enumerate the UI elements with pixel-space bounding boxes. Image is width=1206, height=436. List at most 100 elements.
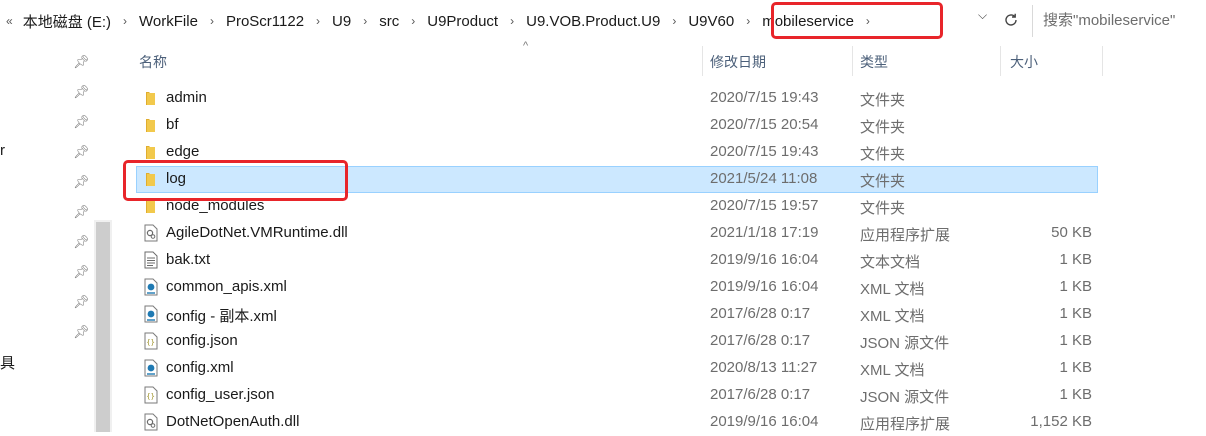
list-item[interactable]: log 2021/5/24 11:08 文件夹 [136, 166, 1098, 193]
nav-item-label[interactable]: 具 [0, 352, 15, 373]
breadcrumb-separator-icon[interactable]: › [672, 14, 676, 28]
file-size: 1 KB [1059, 305, 1092, 322]
file-modified: 2020/8/13 11:27 [710, 359, 818, 376]
address-bar: « 本地磁盘 (E:) › WorkFile › ProScr1122 › U9 › src › U… [0, 0, 1206, 42]
list-item[interactable]: {} config_user.json 2017/6/28 0:17 JSON 源文件… [136, 382, 1098, 409]
file-size: 1 KB [1059, 251, 1092, 268]
file-modified: 2021/1/18 17:19 [710, 224, 819, 241]
list-item[interactable]: {} config.json 2017/6/28 0:17 JSON 源文件 1 KB [136, 328, 1098, 355]
breadcrumb-separator-icon[interactable]: › [363, 14, 367, 28]
file-type: JSON 源文件 [860, 389, 950, 406]
breadcrumb-separator-icon[interactable]: › [746, 14, 750, 28]
breadcrumb-item[interactable]: U9Product [425, 13, 500, 30]
breadcrumb-separator-icon[interactable]: › [866, 14, 870, 28]
breadcrumb-item[interactable]: mobileservice [760, 13, 856, 30]
file-size: 1,152 KB [1030, 413, 1092, 430]
pin-icon[interactable]: 📌︎ [73, 84, 90, 100]
list-item[interactable]: bf 2020/7/15 20:54 文件夹 [136, 112, 1098, 139]
column-modified[interactable]: 修改日期 [710, 52, 766, 72]
list-item[interactable]: common_apis.xml 2019/9/16 16:04 XML 文档 1 KB [136, 274, 1098, 301]
column-divider[interactable] [1000, 46, 1001, 76]
pin-icon[interactable]: 📌︎ [73, 144, 90, 160]
breadcrumb-item[interactable]: U9V60 [686, 13, 736, 30]
svg-text:{}: {} [146, 392, 154, 400]
file-modified: 2020/7/15 20:54 [710, 116, 819, 133]
breadcrumb-item[interactable]: U9 [330, 13, 353, 30]
folder-icon [143, 116, 159, 134]
file-size: 1 KB [1059, 359, 1092, 376]
breadcrumb-separator-icon[interactable]: › [510, 14, 514, 28]
breadcrumb-separator-icon[interactable]: › [411, 14, 415, 28]
pin-icon[interactable]: 📌︎ [73, 114, 90, 130]
pin-icon[interactable]: 📌︎ [73, 234, 90, 250]
file-name: bf [166, 116, 179, 133]
file-type: 文件夹 [860, 146, 906, 163]
column-name[interactable]: 名称 [139, 52, 167, 72]
breadcrumb-separator-icon[interactable]: › [210, 14, 214, 28]
pin-icon[interactable]: 📌︎ [73, 54, 90, 70]
chevron-down-icon[interactable]: ⌵ [978, 8, 987, 23]
breadcrumb-item[interactable]: 本地磁盘 (E:) [21, 11, 113, 32]
list-item[interactable]: edge 2020/7/15 19:43 文件夹 [136, 139, 1098, 166]
file-name: config - 副本.xml [166, 308, 277, 325]
folder-icon [143, 143, 159, 161]
file-modified: 2019/9/16 16:04 [710, 278, 819, 295]
file-name: log [166, 170, 187, 187]
search-input[interactable] [1033, 5, 1203, 35]
file-size: 1 KB [1059, 278, 1092, 295]
refresh-icon[interactable] [1000, 4, 1022, 36]
breadcrumb-item[interactable]: ProScr1122 [224, 13, 306, 30]
xml-file-icon [143, 359, 159, 377]
column-header: ^ 名称 修改日期 类型 大小 [112, 40, 1206, 80]
folder-icon [143, 89, 159, 107]
column-divider[interactable] [702, 46, 703, 76]
list-item[interactable]: node_modules 2020/7/15 19:57 文件夹 [136, 193, 1098, 220]
file-name: config_user.json [166, 386, 275, 403]
file-type: 应用程序扩展 [860, 227, 951, 244]
list-item[interactable]: config.xml 2020/8/13 11:27 XML 文档 1 KB [136, 355, 1098, 382]
list-item[interactable]: admin 2020/7/15 19:43 文件夹 [136, 85, 1098, 112]
nav-scrollbar-thumb[interactable] [96, 222, 110, 432]
breadcrumb-separator-icon[interactable]: › [123, 14, 127, 28]
folder-icon [143, 197, 159, 215]
file-name: bak.txt [166, 251, 211, 268]
file-modified: 2020/7/15 19:43 [710, 89, 819, 106]
file-modified: 2017/6/28 0:17 [710, 305, 811, 322]
sort-ascending-icon: ^ [523, 40, 529, 52]
column-divider[interactable] [1102, 46, 1103, 76]
breadcrumb[interactable]: « 本地磁盘 (E:) › WorkFile › ProScr1122 › U9 › src › U… [0, 5, 1000, 37]
list-item[interactable]: bak.txt 2019/9/16 16:04 文本文档 1 KB [136, 247, 1098, 274]
breadcrumb-item[interactable]: src [377, 13, 401, 30]
file-name: config.json [166, 332, 238, 349]
list-item[interactable]: AgileDotNet.VMRuntime.dll 2021/1/18 17:19… [136, 220, 1098, 247]
file-name: config.xml [166, 359, 234, 376]
nav-item-label[interactable]: r [0, 142, 5, 159]
breadcrumb-item[interactable]: WorkFile [137, 13, 200, 30]
pin-icon[interactable]: 📌︎ [73, 174, 90, 190]
file-type: 文件夹 [860, 173, 906, 190]
json-file-icon: {} [143, 332, 159, 350]
breadcrumb-item[interactable]: U9.VOB.Product.U9 [524, 13, 662, 30]
file-name: edge [166, 143, 200, 160]
pin-icon[interactable]: 📌︎ [73, 294, 90, 310]
file-type: XML 文档 [860, 362, 925, 379]
file-type: JSON 源文件 [860, 335, 950, 352]
text-file-icon [143, 251, 159, 269]
column-divider[interactable] [852, 46, 853, 76]
file-name: node_modules [166, 197, 265, 214]
search-box [1032, 5, 1206, 37]
column-size[interactable]: 大小 [1010, 52, 1038, 72]
column-type[interactable]: 类型 [860, 52, 888, 72]
pin-icon[interactable]: 📌︎ [73, 204, 90, 220]
dll-file-icon [143, 224, 159, 242]
breadcrumb-overflow-icon[interactable]: « [6, 14, 13, 28]
pin-icon[interactable]: 📌︎ [73, 264, 90, 280]
file-type: 文件夹 [860, 119, 906, 136]
file-name: admin [166, 89, 207, 106]
file-type: 文件夹 [860, 200, 906, 217]
list-item[interactable]: config - 副本.xml 2017/6/28 0:17 XML 文档 1 KB [136, 301, 1098, 328]
folder-icon [143, 170, 159, 188]
breadcrumb-separator-icon[interactable]: › [316, 14, 320, 28]
pin-icon[interactable]: 📌︎ [73, 324, 90, 340]
file-modified: 2017/6/28 0:17 [710, 386, 811, 403]
